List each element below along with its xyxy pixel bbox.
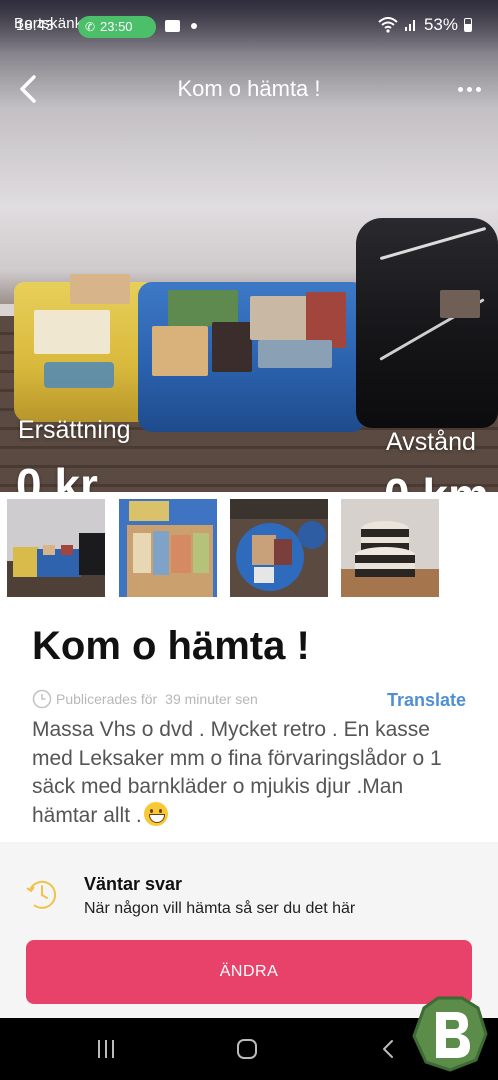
translate-link[interactable]: Translate — [387, 690, 466, 711]
compensation-label: Ersättning — [18, 416, 131, 444]
more-button[interactable] — [454, 78, 484, 100]
call-indicator[interactable]: ✆ 23:50 — [78, 16, 156, 38]
signal-icon — [404, 20, 415, 31]
hero-bag-blue — [138, 282, 366, 432]
status-subtitle: När någon vill hämta så ser du det här — [84, 900, 356, 917]
thumbnail-4[interactable] — [341, 499, 439, 597]
battery-percent: 53% — [423, 15, 458, 34]
thumbnail-strip — [0, 492, 498, 612]
distance-label: Avstånd — [386, 428, 476, 456]
status-right: 53% — [378, 15, 472, 35]
thumbnail-2[interactable] — [119, 499, 217, 597]
topbar-title: Kom o hämta ! — [177, 76, 321, 101]
grinning-face-emoji-icon — [143, 801, 168, 826]
wifi-icon — [378, 17, 398, 33]
ad-description: Massa Vhs o dvd . Mycket retro . En kass… — [32, 716, 472, 830]
published-meta: Publicerades för 39 minuter sen — [32, 686, 258, 712]
hero-bag-yellow — [14, 274, 154, 422]
phone-icon: ✆ — [85, 20, 96, 34]
distance-value: 0 km — [384, 468, 489, 492]
call-time: 23:50 — [100, 19, 133, 34]
thumbnail-3[interactable] — [230, 499, 328, 597]
more-icon — [457, 86, 463, 92]
hero-image[interactable]: 18:43 Bortskänkes.se ✆ 23:50 53% Kom o h… — [0, 0, 498, 492]
published-time: 39 minuter sen — [165, 691, 258, 707]
status-panel: Väntar svar När någon vill hämta så ser … — [0, 842, 498, 1018]
hourglass-clock-icon — [26, 880, 57, 909]
change-button[interactable]: ÄNDRA — [26, 940, 472, 1004]
app-logo-badge — [412, 996, 488, 1072]
ad-title: Kom o hämta ! — [32, 624, 310, 668]
hero-bag-black — [356, 218, 498, 428]
status-title: Väntar svar — [84, 874, 183, 894]
recents-icon[interactable] — [98, 1040, 118, 1058]
thumbnail-1[interactable] — [7, 499, 105, 597]
home-icon[interactable] — [237, 1039, 257, 1059]
nav-back-icon[interactable] — [378, 1038, 400, 1060]
clock-icon — [32, 689, 52, 709]
notification-dot-icon — [191, 23, 197, 29]
ad-description-text: Massa Vhs o dvd . Mycket retro . En kass… — [32, 718, 442, 827]
published-label: Publicerades för — [56, 691, 158, 707]
battery-icon — [464, 18, 472, 32]
wallet-icon — [165, 20, 180, 32]
compensation-value: 0 kr — [16, 459, 98, 492]
